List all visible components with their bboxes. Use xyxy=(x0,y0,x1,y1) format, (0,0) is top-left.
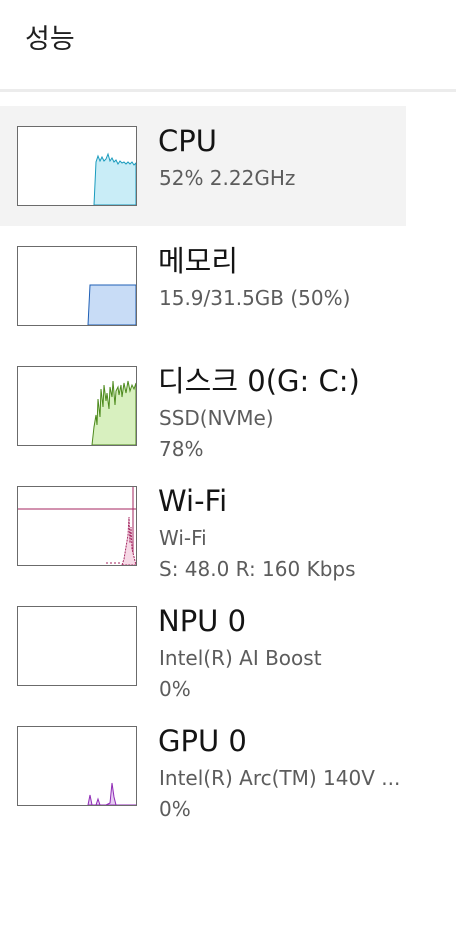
device-title: GPU 0 xyxy=(158,724,247,758)
device-usage: 0% xyxy=(159,797,191,821)
device-title: 메모리 xyxy=(158,244,239,278)
disk-graph-thumbnail xyxy=(17,366,137,446)
device-usage: 0% xyxy=(159,677,191,701)
wifi-graph-thumbnail xyxy=(17,486,137,566)
device-item-npu[interactable]: NPU 0 Intel(R) AI Boost 0% xyxy=(0,586,406,706)
device-title: 디스크 0(G: C:) xyxy=(158,364,360,398)
device-title: Wi-Fi xyxy=(158,484,228,518)
cpu-graph-thumbnail xyxy=(17,126,137,206)
device-subtitle: 15.9/31.5GB (50%) xyxy=(159,286,351,310)
device-throughput: S: 48.0 R: 160 Kbps xyxy=(159,557,356,581)
device-subtitle: 52% 2.22GHz xyxy=(159,166,296,190)
device-title: NPU 0 xyxy=(158,604,247,638)
device-subtitle: Wi-Fi xyxy=(159,526,207,550)
device-item-memory[interactable]: 메모리 15.9/31.5GB (50%) xyxy=(0,226,406,346)
wifi-receive-area xyxy=(121,516,136,565)
page-header: 성능 xyxy=(0,0,456,92)
device-item-wifi[interactable]: Wi-Fi Wi-Fi S: 48.0 R: 160 Kbps xyxy=(0,466,406,586)
disk-graph xyxy=(91,380,136,445)
device-subtitle: Intel(R) AI Boost xyxy=(159,646,322,670)
memory-graph-area xyxy=(87,284,136,325)
memory-graph-thumbnail xyxy=(17,246,137,326)
page-title: 성능 xyxy=(25,24,75,55)
npu-graph-thumbnail xyxy=(17,606,137,686)
gpu-graph-area xyxy=(87,782,136,805)
gpu-graph xyxy=(87,782,136,805)
disk-graph-area xyxy=(91,380,136,445)
device-subtitle: SSD(NVMe) xyxy=(159,406,274,430)
device-item-cpu[interactable]: CPU 52% 2.22GHz xyxy=(0,106,406,226)
device-usage: 78% xyxy=(159,437,204,461)
device-item-disk[interactable]: 디스크 0(G: C:) SSD(NVMe) 78% xyxy=(0,346,406,466)
wifi-graph xyxy=(18,487,136,565)
device-subtitle: Intel(R) Arc(TM) 140V ... xyxy=(159,766,401,790)
cpu-graph-area xyxy=(93,152,136,205)
cpu-graph xyxy=(93,152,136,205)
memory-graph xyxy=(87,284,136,325)
gpu-graph-thumbnail xyxy=(17,726,137,806)
device-item-gpu[interactable]: GPU 0 Intel(R) Arc(TM) 140V ... 0% xyxy=(0,706,406,826)
npu-graph xyxy=(18,607,136,685)
header-divider xyxy=(0,89,456,92)
device-title: CPU xyxy=(158,124,217,158)
